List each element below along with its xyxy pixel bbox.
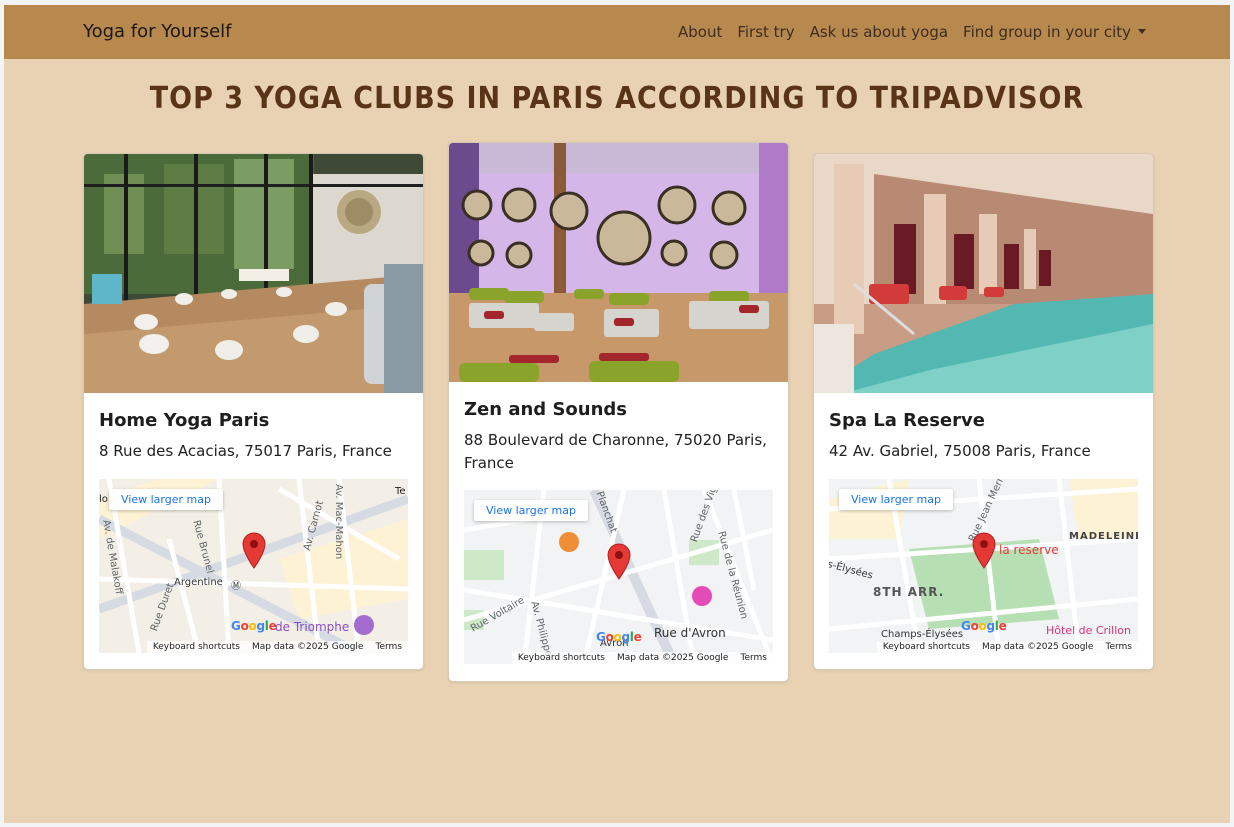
club-address: 42 Av. Gabriel, 75008 Paris, France [829,442,1091,460]
map-label: la reserve [999,543,1059,557]
caret-down-icon [1138,29,1146,34]
google-logo: Google [961,619,1007,633]
club-photo [814,154,1153,393]
nav-dropdown-label: Find group in your city [963,23,1131,41]
club-address: 8 Rue des Acacias, 75017 Paris, France [99,442,392,460]
map-label: MADELEINE [1069,531,1138,542]
club-name: Zen and Sounds [464,399,628,420]
navbar: Yoga for Yourself About First try Ask us… [4,5,1230,59]
map-label: Hôtel de Crillon [1046,624,1131,637]
map-footer: Keyboard shortcuts Map data ©2025 Google… [511,652,773,664]
view-larger-map-link[interactable]: View larger map [474,500,588,521]
keyboard-shortcuts-link[interactable]: Keyboard shortcuts [153,642,240,652]
page-viewport: Yoga for Yourself About First try Ask us… [4,5,1230,823]
map-label: Rue d'Avron [654,626,726,640]
google-logo: Google [231,619,277,633]
map-pin-icon [607,543,631,580]
nav-links: About First try Ask us about yoga Find g… [678,23,1146,41]
google-logo: Google [596,630,642,644]
club-name: Home Yoga Paris [99,410,270,431]
terms-link[interactable]: Terms [375,642,402,652]
club-name: Spa La Reserve [829,410,985,431]
metro-icon: Ⓜ [231,581,241,592]
map-pin-icon [972,532,996,569]
map-label: lo [99,494,108,505]
map-pin-icon [242,532,266,569]
map-data-label: Map data ©2025 Google [981,642,1094,652]
keyboard-shortcuts-link[interactable]: Keyboard shortcuts [883,642,970,652]
map-data-label: Map data ©2025 Google [251,642,364,652]
keyboard-shortcuts-link[interactable]: Keyboard shortcuts [518,653,605,663]
nav-link-about[interactable]: About [678,23,722,41]
nav-dropdown-find-group[interactable]: Find group in your city [963,23,1146,41]
club-card-spa-la-reserve: Spa La Reserve 42 Av. Gabriel, 75008 Par… [813,153,1154,670]
map-label: 8TH ARR. [873,585,945,599]
club-card-zen-and-sounds: Zen and Sounds 88 Boulevard de Charonne,… [448,142,789,682]
map-label: de Triomphe [275,620,350,634]
club-card-home-yoga: Home Yoga Paris 8 Rue des Acacias, 75017… [83,153,424,670]
map-label: Te [395,486,406,497]
map-footer: Keyboard shortcuts Map data ©2025 Google… [146,641,408,653]
nav-link-ask-us[interactable]: Ask us about yoga [810,23,948,41]
restaurant-icon [559,532,579,552]
map-footer: Keyboard shortcuts Map data ©2025 Google… [876,641,1138,653]
view-larger-map-link[interactable]: View larger map [839,489,953,510]
map-label: Argentine [174,577,223,588]
map-label: Av. Mac-Mahon [333,484,344,560]
club-photo [449,143,788,382]
club-map[interactable]: View larger map Planchat Rue des Vignole… [464,490,773,664]
terms-link[interactable]: Terms [740,653,767,663]
map-data-label: Map data ©2025 Google [616,653,729,663]
brand-link[interactable]: Yoga for Yourself [83,21,231,42]
map-label: Champs-Élysées [881,629,964,640]
terms-link[interactable]: Terms [1105,642,1132,652]
club-map[interactable]: View larger map MADELEINE 8TH ARR. Champ… [829,479,1138,653]
view-larger-map-link[interactable]: View larger map [109,489,223,510]
club-address: 88 Boulevard de Charonne, 75020 Paris, F… [464,431,767,472]
hotel-icon [692,586,712,606]
nav-link-first-try[interactable]: First try [737,23,794,41]
club-photo [84,154,423,393]
club-map[interactable]: View larger map lo Te Argentine Rue Brun… [99,479,408,653]
page-title: TOP 3 YOGA CLUBS IN PARIS ACCORDING TO T… [149,81,1085,116]
